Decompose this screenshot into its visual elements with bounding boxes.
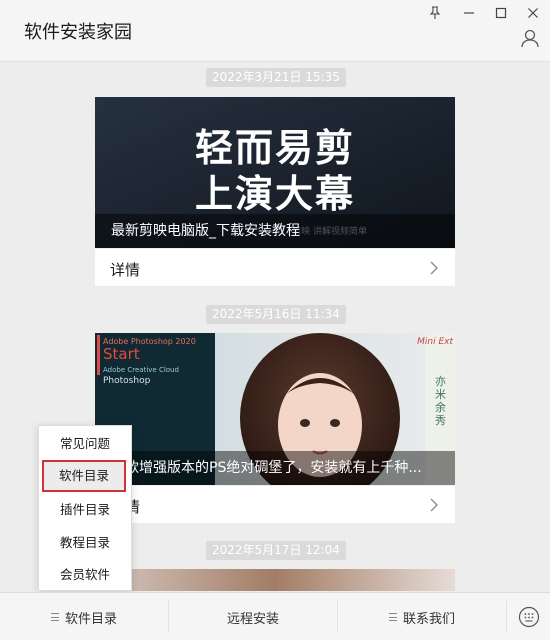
menu-item-plugin-catalog[interactable]: 插件目录: [39, 494, 131, 526]
title-bar: 软件安装家园: [0, 0, 550, 62]
chevron-right-icon: [430, 498, 438, 512]
article-title: 最新剪映电脑版_下载安装教程: [95, 214, 455, 248]
menu-item-faq[interactable]: 常见问题: [39, 428, 131, 460]
article-title: 这款增强版本的PS绝对碉堡了，安装就有上千种...: [95, 451, 455, 485]
timestamp-badge: 2022年3月21日 15:35: [206, 68, 346, 87]
tab-label: 远程安装: [226, 611, 279, 627]
chevron-right-icon: [430, 261, 438, 275]
close-button[interactable]: [523, 4, 543, 22]
details-link[interactable]: 详情: [95, 248, 455, 286]
keyboard-icon: [518, 606, 539, 628]
menu-item-member-software[interactable]: 会员软件: [39, 559, 131, 591]
pin-button[interactable]: [425, 4, 445, 22]
menu-icon: [388, 613, 397, 621]
timestamp-badge: 2022年5月17日 12:04: [206, 541, 346, 560]
user-button[interactable]: [520, 28, 542, 50]
menu-item-software-catalog[interactable]: 软件目录: [42, 460, 126, 492]
tab-remote-install[interactable]: 远程安装: [169, 593, 337, 640]
mini-ext-label: Mini Ext: [417, 337, 453, 347]
menu-icon: [50, 613, 59, 621]
tab-label: 软件目录: [64, 611, 117, 627]
cover-headline-2: 上演大幕: [194, 172, 355, 216]
details-link[interactable]: 详情: [95, 485, 455, 523]
article-cover[interactable]: Adobe Photoshop 2020 Start Adobe Creativ…: [95, 333, 455, 485]
tab-contact-us[interactable]: 联系我们: [338, 593, 506, 640]
ps-line1: Adobe Creative Cloud: [103, 366, 179, 374]
cover-art: [95, 569, 455, 591]
minimize-button[interactable]: [459, 4, 479, 22]
catalog-popup-menu: 常见问题 软件目录 插件目录 教程目录 会员软件: [38, 425, 132, 591]
app-title: 软件安装家园: [24, 22, 132, 43]
minimize-icon: [464, 12, 474, 14]
maximize-icon: [495, 7, 507, 19]
timestamp-badge: 2022年5月16日 11:34: [206, 305, 346, 324]
vertical-text: 亦米余秀: [435, 375, 446, 427]
keyboard-toggle-button[interactable]: [507, 593, 550, 640]
maximize-button[interactable]: [491, 4, 511, 22]
menu-item-tutorial-catalog[interactable]: 教程目录: [39, 527, 131, 559]
details-label: 详情: [110, 261, 141, 279]
article-card[interactable]: 轻而易剪 上演大幕 剪映 讲解视频简单 最新剪映电脑版_下载安装教程 详情: [95, 97, 455, 286]
article-cover[interactable]: 轻而易剪 上演大幕 剪映 讲解视频简单 最新剪映电脑版_下载安装教程: [95, 97, 455, 248]
article-card[interactable]: [95, 569, 455, 591]
pin-icon: [429, 6, 441, 19]
ps-line2: Photoshop: [103, 376, 151, 386]
article-cover[interactable]: [95, 569, 455, 591]
tab-label: 联系我们: [402, 611, 455, 627]
bottom-menu-bar: 软件目录 远程安装 联系我们: [0, 592, 550, 640]
article-card[interactable]: Adobe Photoshop 2020 Start Adobe Creativ…: [95, 333, 455, 523]
ps-start: Start: [103, 345, 140, 363]
tab-software-catalog[interactable]: 软件目录: [0, 593, 168, 640]
user-icon: [521, 29, 539, 48]
close-icon: [528, 8, 538, 18]
